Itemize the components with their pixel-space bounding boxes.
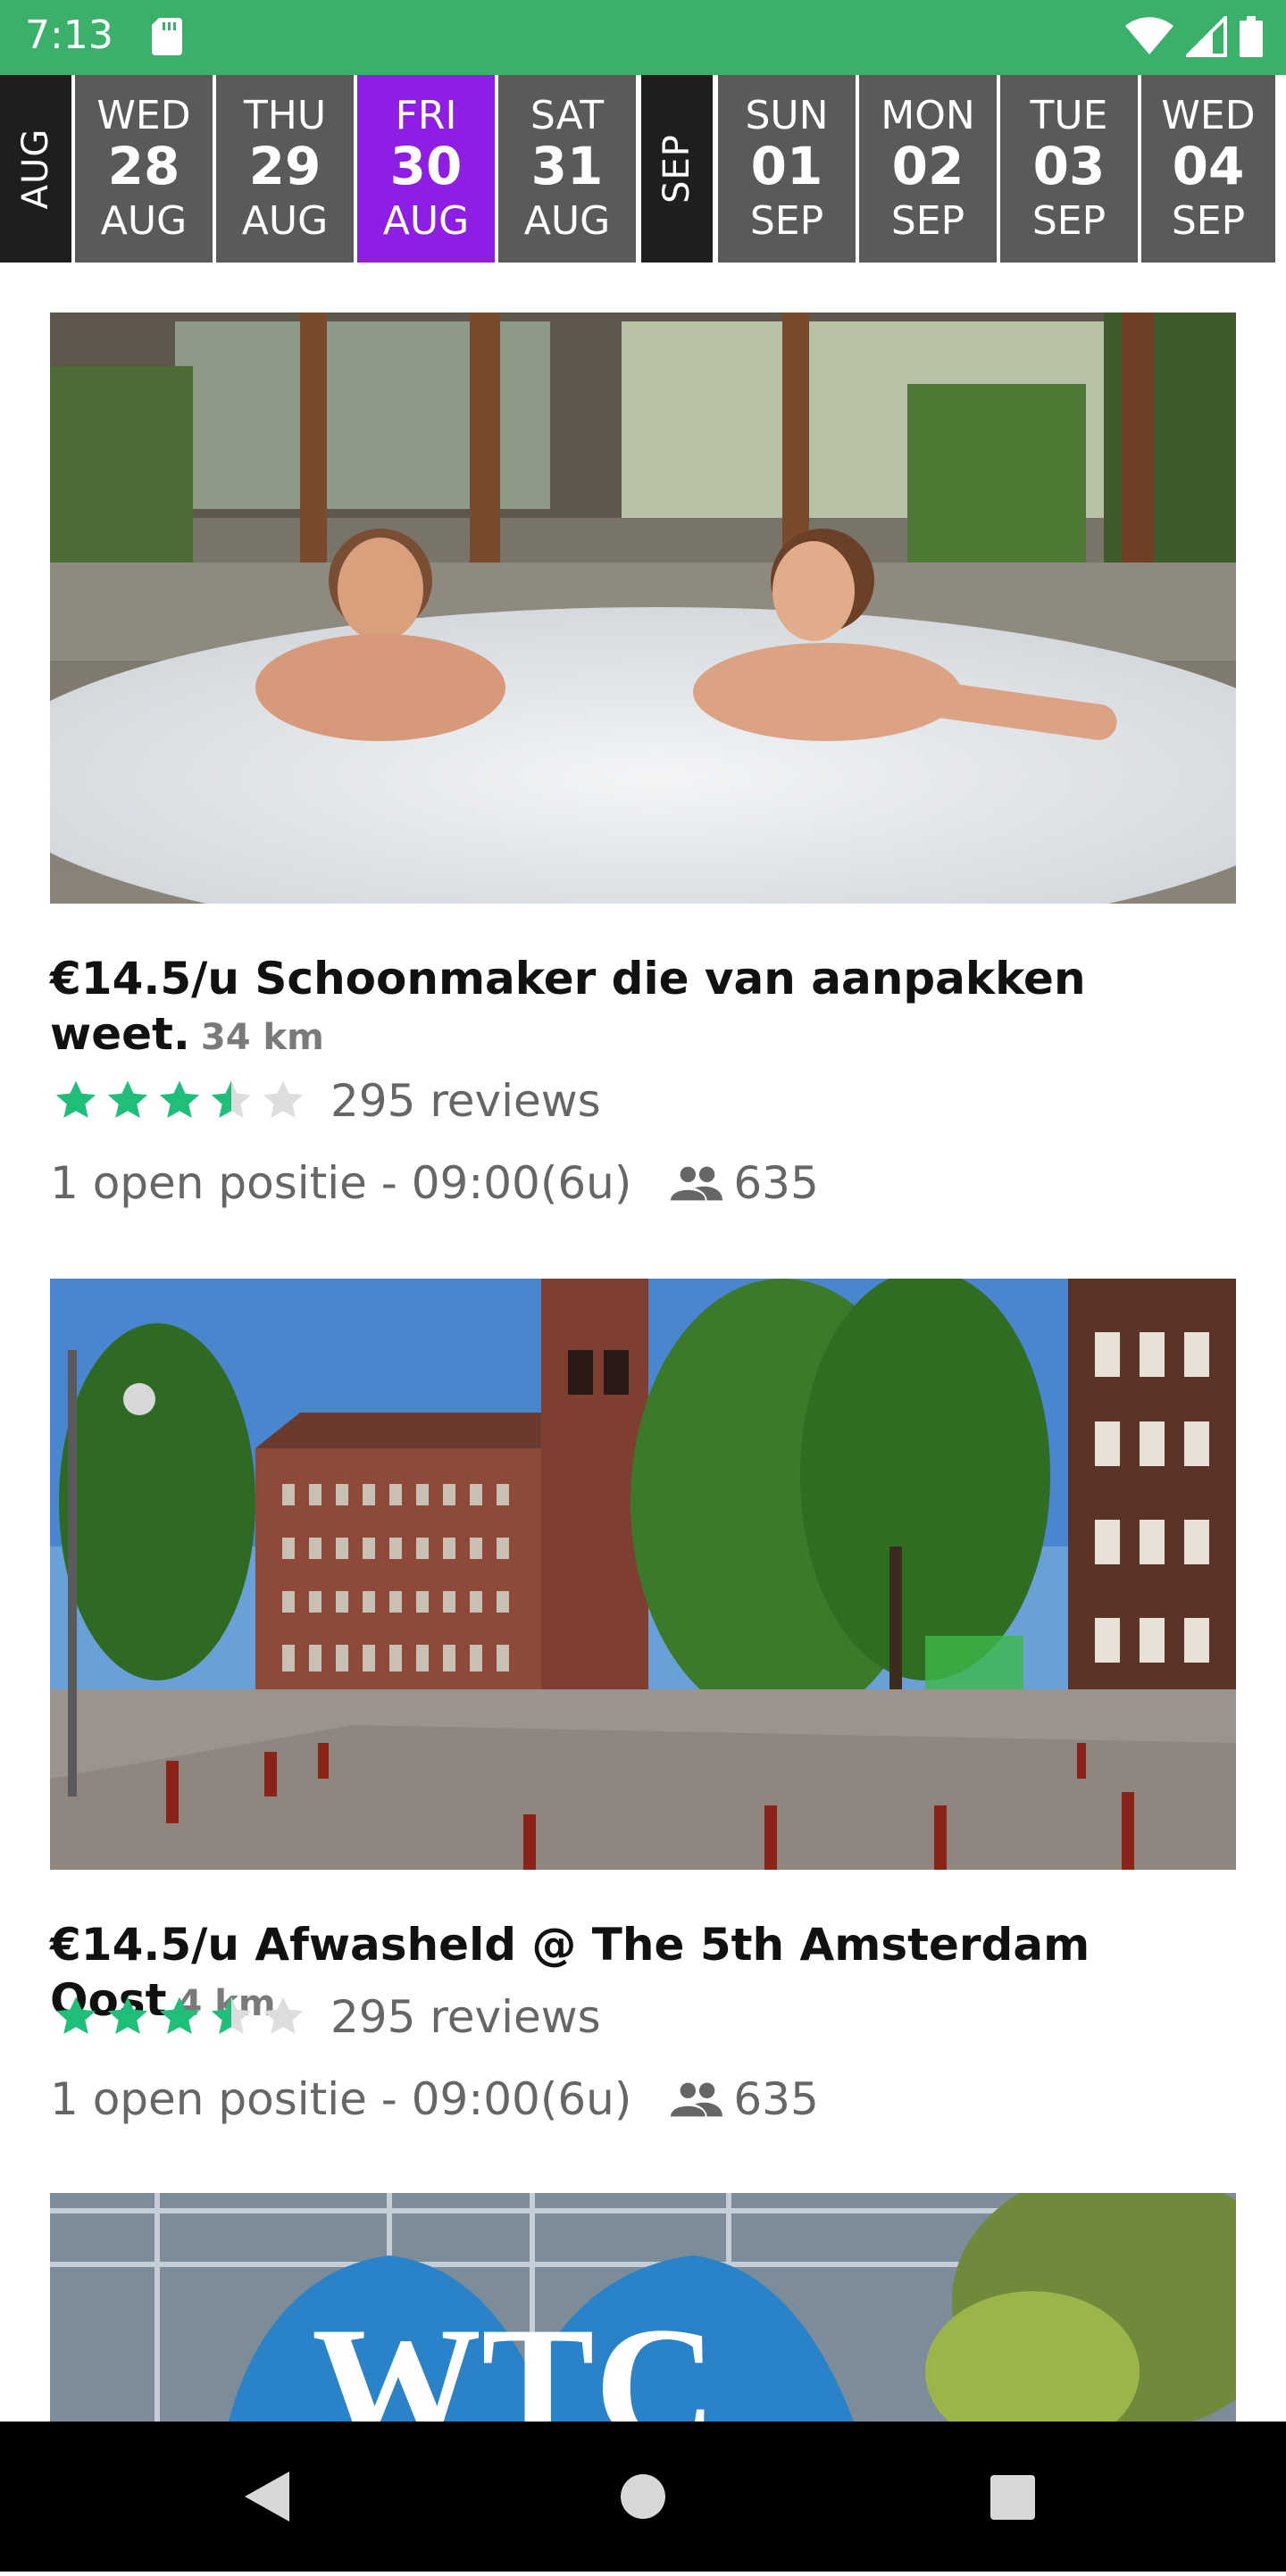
job-image-street-building[interactable] (50, 1279, 1236, 1870)
rating-row: 295 reviews (50, 1991, 601, 2043)
day-of-week: WED (1161, 93, 1256, 138)
job-card[interactable]: €14.5/u Afwasheld @ The 5th Amsterdam Oo… (50, 1279, 1236, 2189)
back-icon (245, 2472, 289, 2522)
review-count: 295 reviews (330, 1991, 601, 2043)
date-fri-30-selected[interactable]: FRI 30 AUG (357, 75, 495, 263)
day-of-week: TUE (1030, 93, 1108, 138)
rating-row: 295 reviews (50, 1075, 601, 1127)
day-number: 30 (389, 136, 463, 196)
star-empty-icon (263, 1997, 304, 2034)
star-half-icon (211, 1080, 252, 1118)
date-tue-03[interactable]: TUE 03 SEP (1000, 75, 1138, 263)
day-of-week: FRI (395, 93, 457, 138)
people-icon (671, 1166, 723, 1201)
day-number: 31 (530, 136, 604, 196)
day-of-week: MON (881, 93, 975, 138)
home-icon (621, 2474, 665, 2519)
day-month: SEP (749, 198, 824, 244)
job-image-hot-tub[interactable] (50, 313, 1236, 904)
battery-icon (1240, 16, 1263, 57)
back-button[interactable] (196, 2422, 339, 2572)
open-positions: 1 open positie - 09:00(6u) (50, 2073, 632, 2125)
system-nav-bar (0, 2422, 1286, 2572)
job-card[interactable]: WTC (50, 2193, 1236, 2422)
recents-icon (990, 2475, 1035, 2520)
date-mon-02[interactable]: MON 02 SEP (859, 75, 997, 263)
day-number: 28 (107, 136, 180, 196)
review-count: 295 reviews (330, 1075, 601, 1127)
star-full-icon (107, 1080, 148, 1118)
day-of-week: WED (96, 93, 191, 138)
date-strip: AUG WED 28 AUG THU 29 AUG FRI 30 AUG SAT… (0, 75, 1286, 263)
month-label-text: AUG (15, 128, 56, 210)
applicant-count: 635 (733, 2073, 819, 2125)
day-month: AUG (382, 198, 470, 244)
star-full-icon (159, 1080, 200, 1118)
star-rating (50, 1077, 309, 1125)
date-wed-28[interactable]: WED 28 AUG (75, 75, 213, 263)
wifi-icon (1125, 17, 1173, 54)
date-thu-29[interactable]: THU 29 AUG (216, 75, 354, 263)
day-month: AUG (100, 198, 188, 244)
month-label-text: SEP (656, 134, 697, 204)
day-of-week: SAT (530, 93, 605, 138)
day-month: SEP (1171, 198, 1246, 244)
recents-button[interactable] (941, 2422, 1084, 2572)
day-month: SEP (890, 198, 965, 244)
star-full-icon (159, 1997, 200, 2034)
job-title[interactable]: €14.5/u Schoonmaker die van aanpakken we… (50, 951, 1236, 1065)
day-month: SEP (1031, 198, 1106, 244)
status-time: 7:13 (25, 13, 113, 58)
sd-card-icon (152, 18, 182, 55)
people-icon (671, 2082, 723, 2117)
day-of-week: SUN (745, 93, 829, 138)
date-wed-04[interactable]: WED 04 SEP (1141, 75, 1275, 263)
applicant-count: 635 (733, 1157, 819, 1209)
star-empty-icon (263, 1080, 304, 1118)
star-half-icon (211, 1997, 252, 2034)
month-label-aug: AUG (0, 75, 71, 263)
day-of-week: THU (243, 93, 327, 138)
day-number: 02 (891, 136, 964, 196)
star-rating (50, 1993, 309, 2041)
signal-icon (1186, 16, 1227, 57)
job-feed[interactable]: €14.5/u Schoonmaker die van aanpakken we… (0, 263, 1286, 2422)
status-bar: 7:13 (0, 0, 1286, 75)
open-positions: 1 open positie - 09:00(6u) (50, 1157, 632, 1209)
star-full-icon (55, 1080, 96, 1118)
date-sun-01[interactable]: SUN 01 SEP (718, 75, 856, 263)
wtc-logo-text: WTC (312, 2293, 717, 2422)
month-label-sep: SEP (641, 75, 713, 263)
day-number: 01 (750, 136, 823, 196)
job-image-wtc-building[interactable]: WTC (50, 2193, 1236, 2422)
job-meta-row: 1 open positie - 09:00(6u) 635 (50, 1157, 819, 1209)
day-number: 04 (1172, 136, 1245, 196)
day-number: 03 (1032, 136, 1106, 196)
job-meta-row: 1 open positie - 09:00(6u) 635 (50, 2073, 819, 2125)
day-month: AUG (523, 198, 611, 244)
star-full-icon (107, 1997, 148, 2034)
job-distance: 34 km (200, 1017, 324, 1058)
day-month: AUG (241, 198, 329, 244)
day-number: 29 (248, 136, 322, 196)
star-full-icon (55, 1997, 96, 2034)
home-button[interactable] (572, 2422, 714, 2572)
job-card[interactable]: €14.5/u Schoonmaker die van aanpakken we… (50, 313, 1236, 1223)
date-sat-31[interactable]: SAT 31 AUG (498, 75, 636, 263)
